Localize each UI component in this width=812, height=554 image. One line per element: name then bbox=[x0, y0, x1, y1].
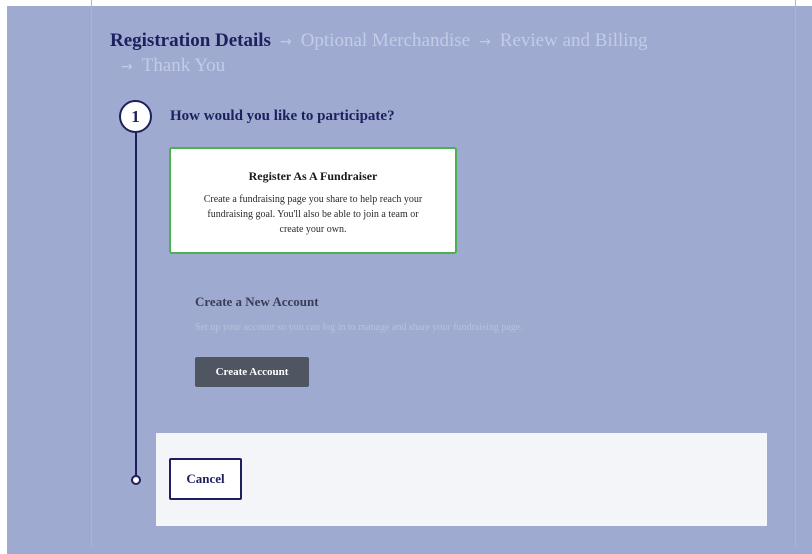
step-number-badge: 1 bbox=[119, 100, 152, 133]
breadcrumb: Registration Details → Optional Merchandis… bbox=[110, 29, 710, 79]
create-account-button[interactable]: Create Account bbox=[195, 357, 309, 387]
arrow-right-icon: → bbox=[479, 34, 491, 50]
cancel-button[interactable]: Cancel bbox=[169, 458, 242, 500]
left-divider bbox=[91, 0, 92, 548]
right-divider bbox=[795, 0, 796, 548]
breadcrumb-step-registration-details: Registration Details bbox=[110, 30, 271, 51]
register-as-fundraiser-option[interactable]: Register As A Fundraiser Create a fundra… bbox=[169, 147, 457, 254]
breadcrumb-step-optional-merchandise: Optional Merchandise bbox=[300, 30, 471, 51]
option-description: Create a fundraising page you share to h… bbox=[203, 194, 423, 235]
footer-panel: Cancel bbox=[156, 433, 767, 526]
option-title: Register As A Fundraiser bbox=[248, 169, 378, 183]
arrow-right-icon: → bbox=[279, 34, 292, 50]
step-end-marker bbox=[131, 475, 141, 485]
breadcrumb-step-thank-you: Thank You bbox=[141, 55, 226, 76]
create-account-description: Set up your account so you can log in to… bbox=[195, 322, 523, 333]
create-account-heading: Create a New Account bbox=[195, 294, 319, 309]
step-progress-line bbox=[135, 133, 137, 476]
breadcrumb-step-review-and-billing: Review and Billing bbox=[499, 30, 648, 51]
step-question: How would you like to participate? bbox=[170, 108, 395, 124]
arrow-right-icon: → bbox=[121, 59, 133, 75]
